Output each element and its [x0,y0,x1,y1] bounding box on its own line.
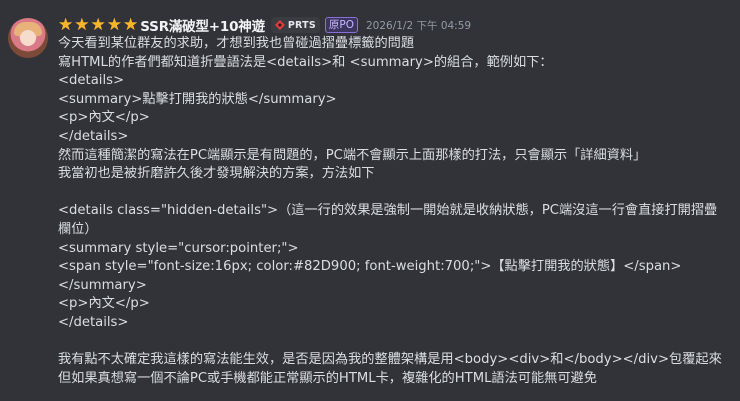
message-line: 今天看到某位群友的求助，才想到我也曾碰過摺疊標籤的問題 [58,36,415,51]
avatar[interactable] [8,18,48,58]
message-line: 我有點不太確定我這樣的寫法能生效，是否是因為我的整體架構是用<body><div… [58,352,722,368]
message-line-blank [58,184,728,203]
clan-tag-label: PRTS [287,19,316,31]
star-icon: ★ [74,14,90,35]
clan-tag[interactable]: PRTS [270,17,320,33]
message-line: 寫HTML的作者們都知道折疊語法是<details>和 <summary>的組合… [58,54,553,70]
message-line: 但如果真想寫一個不論PC或手機都能正常顯示的HTML卡，複雜化的HTML語法可能… [58,370,597,386]
message-line-blank [58,333,728,352]
message-line: 我當初也是被折磨許久後才發現解決的方案，方法如下 [58,166,375,182]
star-icon: ★ [123,14,139,35]
message-line: <p>內文</p> [58,110,150,126]
chat-message: ★ ★ ★ ★ ★ SSR滿破型+10神遊 PRTS 原PO 2026/1/2 … [0,0,740,401]
message-line: <details class="hidden-details">（這一行的效果是… [58,203,718,237]
message-line: <summary>點擊打開我的狀態</summary> [58,91,337,107]
rating-stars: ★ ★ ★ ★ ★ [58,14,139,35]
message-header: ★ ★ ★ ★ ★ SSR滿破型+10神遊 PRTS 原PO 2026/1/2 … [58,14,471,36]
message-line: </details> [58,314,129,330]
clan-badge-icon [274,20,285,30]
star-icon: ★ [106,14,122,35]
timestamp[interactable]: 2026/1/2 下午 04:59 [366,18,471,33]
message-line: </summary> [58,277,147,293]
role-badge: 原PO [324,17,358,33]
star-icon: ★ [90,14,106,35]
message-line: </details> [58,128,129,144]
message-line: 然而這種簡潔的寫法在PC端顯示是有問題的，PC端不會顯示上面那樣的打法，只會顯示… [58,147,647,163]
message-line: <p>內文</p> [58,296,150,312]
message-line: <details> [58,73,125,89]
username[interactable]: SSR滿破型+10神遊 [140,15,265,35]
message-line: <span style="font-size:16px; color:#82D9… [58,259,682,275]
avatar-face [20,30,36,46]
message-line: <summary style="cursor:pointer;"> [58,240,299,256]
message-content: 今天看到某位群友的求助，才想到我也曾碰過摺疊標籤的問題 寫HTML的作者們都知道… [58,35,728,388]
star-icon: ★ [58,14,74,35]
